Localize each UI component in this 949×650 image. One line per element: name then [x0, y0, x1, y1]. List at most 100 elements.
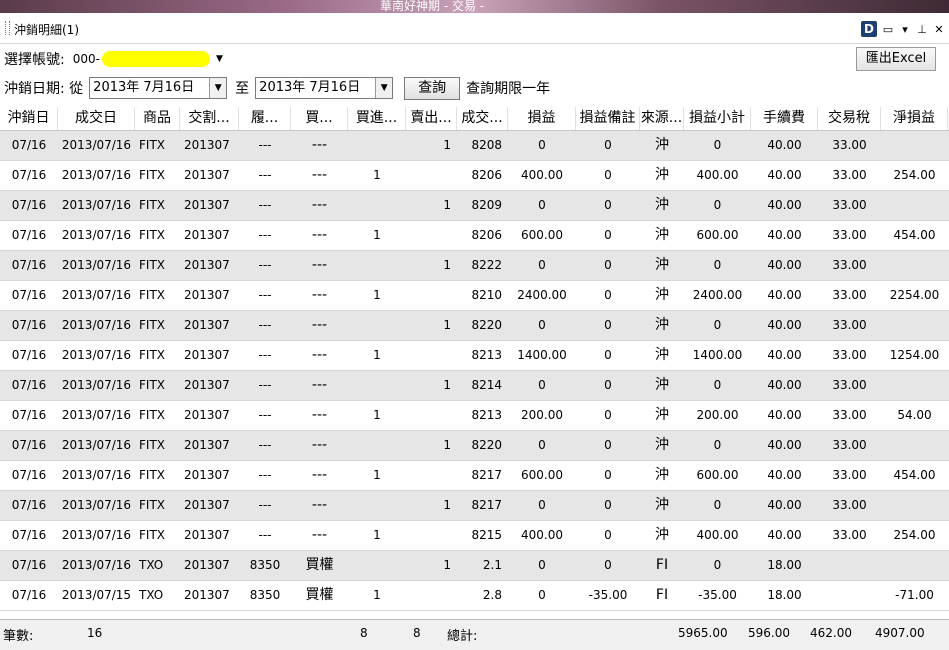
column-header[interactable]: 成交... [457, 107, 508, 130]
table-cell: 0 [713, 498, 722, 512]
pin-icon[interactable]: ⊥ [916, 23, 928, 36]
date-to-picker[interactable]: 2013年 7月16日 ▼ [255, 77, 394, 99]
table-row[interactable]: 07/16 2013/07/16 FITX 201307 --- --- 1 8222 0 0 沖 0… [0, 251, 949, 281]
app-title: 華南好神期 - 交易 - [380, 0, 485, 13]
table-row[interactable]: 07/16 2013/07/16 FITX 201307 --- --- 1 8213 1400… [0, 341, 949, 371]
table-cell [881, 251, 948, 280]
query-button[interactable]: 查詢 [404, 76, 461, 100]
column-header[interactable]: 交割... [180, 107, 239, 130]
table-row[interactable]: 07/16 2013/07/16 FITX 201307 --- --- 1 8217 600.… [0, 461, 949, 491]
table-cell: 0 [604, 468, 612, 482]
table-cell: 1 [443, 318, 451, 332]
date-from-dropdown-icon[interactable]: ▼ [209, 78, 227, 98]
table-cell: 沖 [655, 317, 669, 333]
table-cell: --- [258, 408, 272, 422]
table-cell: --- [311, 197, 328, 213]
account-label: 選擇帳號: [4, 52, 65, 68]
column-header[interactable]: 沖銷日 [0, 107, 58, 130]
table-cell: 40.00 [767, 138, 802, 152]
column-header[interactable]: 買進... [348, 107, 406, 130]
chevron-down-icon[interactable]: ▼ [216, 54, 223, 64]
table-cell: 沖 [655, 527, 669, 543]
window-icon[interactable]: ▭ [882, 23, 894, 36]
table-cell: 1254.00 [889, 348, 940, 362]
table-row[interactable]: 07/16 2013/07/16 FITX 201307 --- --- 1 8220 0 0 沖 0… [0, 431, 949, 461]
table-cell: 07/16 [11, 528, 47, 542]
date-to-dropdown-icon[interactable]: ▼ [375, 78, 393, 98]
table-cell: 33.00 [832, 138, 867, 152]
table-cell: 0 [538, 318, 546, 332]
table-cell: --- [311, 407, 328, 423]
table-cell: 8220 [471, 318, 502, 332]
column-header[interactable]: 損益 [508, 107, 576, 130]
column-header[interactable]: 商品 [135, 107, 180, 130]
table-cell: 0 [604, 198, 612, 212]
table-cell: 33.00 [832, 288, 867, 302]
table-row[interactable]: 07/16 2013/07/16 TXO 201307 8350 買權 1 2.1 0 0 FI 0 1… [0, 551, 949, 581]
column-header[interactable]: 賣出... [406, 107, 457, 130]
table-row[interactable]: 07/16 2013/07/16 FITX 201307 --- --- 1 8217 0 0 沖 0… [0, 491, 949, 521]
table-row[interactable]: 07/16 2013/07/16 FITX 201307 --- --- 1 8214 0 0 沖 0… [0, 371, 949, 401]
table-row[interactable]: 07/16 2013/07/16 FITX 201307 --- --- 1 8206 400.… [0, 161, 949, 191]
table-cell [348, 491, 406, 520]
date-to-value: 2013年 7月16日 [259, 80, 361, 95]
table-cell: 07/16 [11, 258, 47, 272]
table-row[interactable]: 07/16 2013/07/16 FITX 201307 --- --- 1 8206 600.… [0, 221, 949, 251]
table-row[interactable]: 07/16 2013/07/15 TXO 201307 8350 買權 1 2.8 0 -35.0… [0, 581, 949, 611]
column-header[interactable]: 成交日 [58, 107, 135, 130]
table-cell: 0 [604, 528, 612, 542]
table-cell [818, 551, 881, 580]
table-cell: 沖 [655, 347, 669, 363]
table-row[interactable]: 07/16 2013/07/16 FITX 201307 --- --- 1 8220 0 0 沖 0… [0, 311, 949, 341]
table-cell: 8350 [249, 588, 281, 602]
table-cell: -35.00 [698, 588, 737, 602]
column-header[interactable]: 損益備註 [576, 107, 640, 130]
account-prefix[interactable]: 000- [73, 52, 100, 66]
table-cell: --- [311, 137, 328, 153]
table-cell: 0 [538, 588, 546, 602]
table-cell [348, 431, 406, 460]
table-cell: --- [311, 527, 328, 543]
column-header[interactable]: 損益小計 [684, 107, 751, 130]
column-header[interactable]: 淨損益 [881, 107, 948, 130]
export-excel-button[interactable]: 匯出Excel [856, 47, 936, 71]
table-row[interactable]: 07/16 2013/07/16 FITX 201307 --- --- 1 8209 0 0 沖 0… [0, 191, 949, 221]
table-cell: 0 [604, 558, 612, 572]
close-icon[interactable]: ✕ [933, 23, 945, 36]
table-cell: 沖 [655, 227, 669, 243]
table-cell: 0 [604, 408, 612, 422]
table-row[interactable]: 07/16 2013/07/16 FITX 201307 --- --- 1 8213 200.… [0, 401, 949, 431]
column-header[interactable]: 來源... [640, 107, 684, 130]
table-cell: 沖 [655, 197, 669, 213]
table-row[interactable]: 07/16 2013/07/16 FITX 201307 --- --- 1 8208 0 0 沖 0… [0, 131, 949, 161]
table-cell: 201307 [184, 468, 230, 482]
table-cell: 8213 [471, 348, 502, 362]
drag-grip[interactable] [5, 21, 10, 35]
table-cell: -71.00 [895, 588, 934, 602]
table-cell: 沖 [655, 257, 669, 273]
table-cell: 33.00 [832, 498, 867, 512]
table-cell: 201307 [184, 588, 230, 602]
table-cell: 1 [443, 138, 451, 152]
table-cell: --- [311, 287, 328, 303]
table-row[interactable]: 07/16 2013/07/16 FITX 201307 --- --- 1 8215 400.… [0, 521, 949, 551]
column-header[interactable]: 履... [239, 107, 291, 130]
table-cell: 1400.00 [517, 348, 567, 362]
column-header[interactable]: 交易稅 [818, 107, 881, 130]
table-cell: 07/16 [11, 288, 47, 302]
table-cell: 07/16 [11, 468, 47, 482]
table-cell: 0 [604, 288, 612, 302]
dropdown-icon[interactable]: ▾ [899, 23, 911, 36]
table-cell: 1400.00 [692, 348, 743, 362]
table-cell: FITX [139, 348, 165, 362]
d-logo-icon[interactable]: D [861, 21, 877, 37]
table-cell [348, 371, 406, 400]
table-cell: --- [258, 198, 272, 212]
table-row[interactable]: 07/16 2013/07/16 FITX 201307 --- --- 1 8210 2400… [0, 281, 949, 311]
table-cell: 07/16 [11, 318, 47, 332]
table-cell: 600.00 [521, 228, 563, 242]
column-header[interactable]: 買... [291, 107, 348, 130]
column-header[interactable]: 手續費 [751, 107, 818, 130]
table-cell [881, 371, 948, 400]
date-from-picker[interactable]: 2013年 7月16日 ▼ [89, 77, 228, 99]
